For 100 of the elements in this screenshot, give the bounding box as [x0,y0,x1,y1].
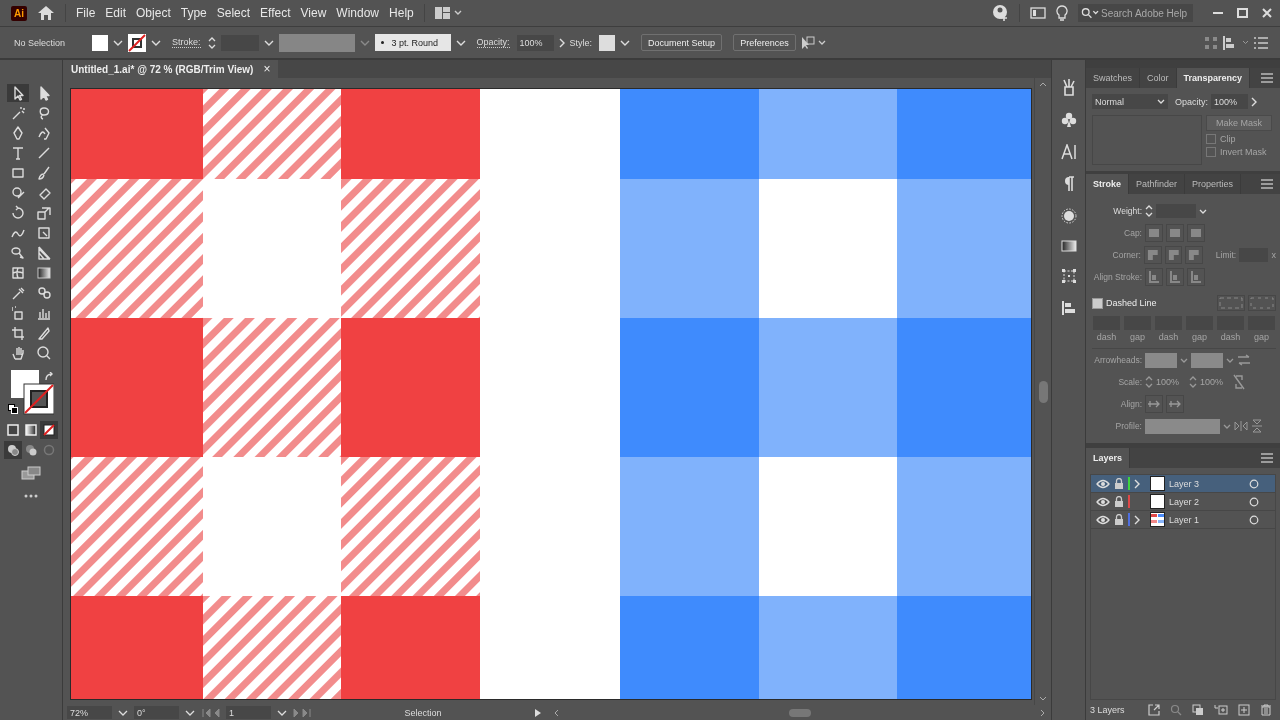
chevron-right-icon[interactable] [1251,96,1257,107]
visibility-eye-icon[interactable] [1096,496,1110,507]
hand-tool-icon[interactable] [10,345,26,361]
close-icon[interactable] [1262,8,1272,18]
scroll-right-icon[interactable] [1040,708,1045,717]
menu-item[interactable]: Select [216,6,251,20]
width-profile-field[interactable] [278,33,355,52]
panel-tab[interactable]: Color [1140,68,1177,88]
list-icon[interactable] [1254,36,1268,49]
visibility-eye-icon[interactable] [1096,478,1110,489]
toolbar-button[interactable]: Document Setup [641,34,723,51]
arrange-icon[interactable] [800,35,826,50]
scroll-left-icon[interactable] [554,708,559,717]
chevron-right-icon[interactable] [1134,514,1140,525]
panel-toggle-icon[interactable] [1030,7,1046,19]
zoom-dropdown[interactable]: 72% [67,706,112,719]
menu-item[interactable]: Edit [105,6,127,20]
scroll-down-icon[interactable] [1039,696,1047,701]
gradient-tool-icon[interactable] [36,265,52,281]
document-tab[interactable]: Untitled_1.ai* @ 72 % (RGB/Trim View) × [63,60,279,78]
scale-icon[interactable] [36,205,52,221]
gradient-mode-icon[interactable] [25,424,37,436]
color-mode-icon[interactable] [7,424,19,436]
screen-mode-icon[interactable] [21,466,41,480]
eyedropper-icon[interactable] [10,285,26,301]
menu-item[interactable]: Window [336,6,380,20]
lock-icon[interactable] [1114,514,1124,525]
clipping-mask-icon[interactable] [1192,704,1204,716]
trash-icon[interactable] [1260,704,1272,716]
libraries-icon[interactable] [1060,78,1077,96]
menu-item[interactable]: File [76,6,96,20]
opacity-label[interactable]: Opacity: [476,37,510,48]
perspective-grid-icon[interactable] [36,245,52,261]
opacity-field[interactable]: 100% [1211,94,1248,109]
chevron-right-icon[interactable] [558,37,565,48]
workspace-layout-icon[interactable] [434,7,462,19]
panel-tab[interactable]: Transparency [1176,68,1251,88]
target-circle-icon[interactable] [1249,514,1259,525]
free-transform-icon[interactable] [36,225,52,241]
draw-normal-icon[interactable] [7,444,19,456]
scrollbar-thumb[interactable] [1038,380,1048,403]
curvature-pen-icon[interactable] [36,125,52,141]
toolbar-button[interactable]: Preferences [733,34,796,51]
draw-behind-icon[interactable] [25,444,37,456]
fill-swatch[interactable] [92,34,109,51]
transform-icon[interactable] [1060,268,1077,284]
visibility-eye-icon[interactable] [1096,514,1110,525]
play-icon[interactable] [534,707,542,718]
paragraph-icon[interactable] [1062,176,1075,192]
magic-wand-icon[interactable] [10,105,26,121]
rectangle-tool-icon[interactable] [10,165,26,181]
layer-row[interactable]: Layer 1 [1091,511,1275,529]
align-left-icon[interactable] [1223,35,1249,50]
help-search-field[interactable]: Search Adobe Help [1078,4,1193,22]
zoom-tool-icon[interactable] [36,345,52,361]
shape-builder-icon[interactable] [10,245,26,261]
panel-menu-icon[interactable] [1261,453,1273,463]
target-circle-icon[interactable] [1249,496,1259,507]
mesh-icon[interactable] [10,265,26,281]
brush-dropdown[interactable]: 3 pt. Round [374,34,451,51]
character-icon[interactable] [1060,144,1077,160]
layer-row[interactable]: Layer 2 [1091,493,1275,511]
export-icon[interactable] [1148,704,1160,716]
none-mode-icon[interactable] [43,424,55,436]
swap-arrow-icon[interactable] [44,372,54,382]
more-tools-icon[interactable] [24,494,38,498]
pen-icon[interactable] [10,125,26,141]
home-icon[interactable] [37,5,55,21]
new-layer-icon[interactable] [1238,704,1250,716]
stroke-label[interactable]: Stroke: [172,37,201,48]
menu-item[interactable]: Object [136,6,171,20]
default-colors-icon[interactable] [8,404,18,414]
slice-tool-icon[interactable] [36,325,52,341]
panel-tab[interactable]: Swatches [1086,68,1141,88]
fill-stroke-swatches-drawing[interactable] [8,370,54,416]
menu-item[interactable]: View [300,6,327,20]
stroke-swatch[interactable] [128,33,147,52]
target-circle-icon[interactable] [1249,478,1259,489]
user-add-icon[interactable] [993,5,1009,21]
maximize-icon[interactable] [1237,8,1248,18]
blend-mode-dropdown[interactable]: Normal [1092,94,1168,109]
lock-icon[interactable] [1114,478,1124,489]
menu-item[interactable]: Type [180,6,207,20]
blend-tool-icon[interactable] [36,285,52,301]
opacity-field[interactable]: 100% [516,34,554,51]
chevron-right-icon[interactable] [1134,478,1140,489]
menu-item[interactable]: Help [389,6,414,20]
scroll-up-icon[interactable] [1039,82,1047,87]
appearance-sun-icon[interactable] [1060,208,1077,224]
lock-icon[interactable] [1114,496,1124,507]
new-sublayer-icon[interactable] [1214,704,1228,716]
lightbulb-icon[interactable] [1056,5,1068,21]
rotation-dropdown[interactable]: 0° [134,706,179,719]
rotate-icon[interactable] [10,205,26,221]
shaper-icon[interactable] [10,185,26,201]
align-panel-icon[interactable] [1060,300,1077,316]
line-tool-icon[interactable] [36,145,52,161]
panel-menu-icon[interactable] [1261,179,1273,189]
style-swatch[interactable] [599,34,616,51]
club-symbol-icon[interactable] [1060,112,1077,128]
